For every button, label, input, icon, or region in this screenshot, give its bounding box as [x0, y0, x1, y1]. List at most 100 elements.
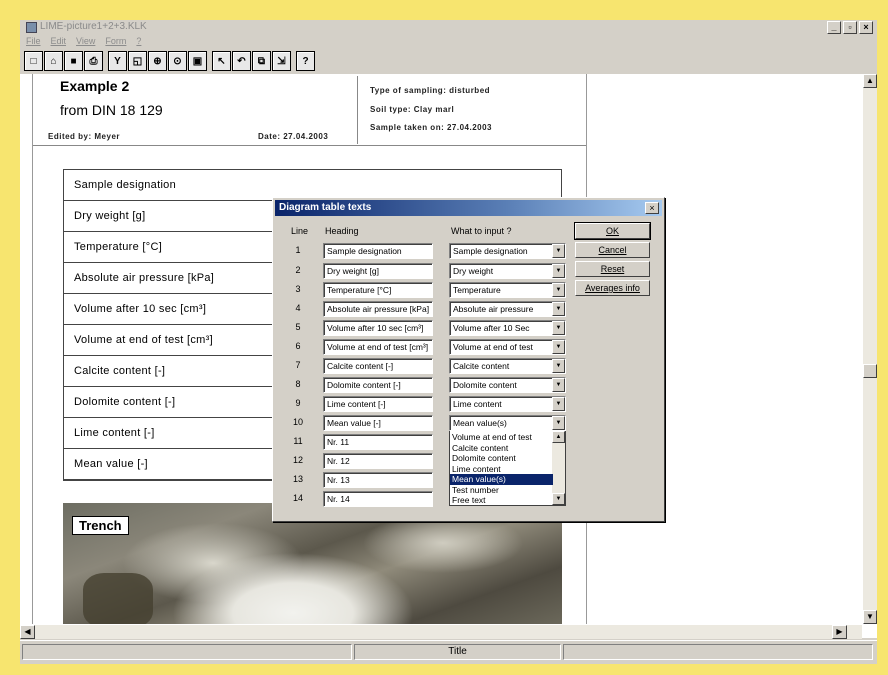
line-number: 10	[292, 417, 303, 427]
combobox-value: Lime content	[453, 399, 502, 409]
heading-field[interactable]: Dry weight [g]	[323, 263, 433, 279]
heading-field[interactable]: Dolomite content [-]	[323, 377, 433, 393]
scroll-left-icon[interactable]: ◀	[20, 625, 35, 639]
dropdown-arrow-icon[interactable]: ▼	[552, 397, 565, 411]
heading-field[interactable]: Sample designation	[323, 243, 433, 259]
row-label: Sample designation	[74, 179, 177, 191]
heading-field[interactable]: Nr. 14	[323, 491, 433, 507]
page-margin	[20, 74, 33, 638]
heading-field[interactable]: Nr. 13	[323, 472, 433, 488]
pointer-icon[interactable]: ↖	[212, 51, 231, 71]
help-icon[interactable]: ?	[296, 51, 315, 71]
row-label: Temperature [°C]	[74, 241, 163, 253]
dropdown-option[interactable]: Mean value(s)	[450, 474, 553, 485]
dropdown-option[interactable]: Lime content	[450, 464, 553, 475]
dialog-title-bar[interactable]: Diagram table texts ×	[275, 200, 662, 216]
dropdown-arrow-icon[interactable]: ▼	[552, 321, 565, 335]
heading-field[interactable]: Nr. 11	[323, 434, 433, 450]
input-combobox[interactable]: Sample designation ▼	[449, 243, 566, 259]
menu-view[interactable]: View	[76, 36, 95, 50]
heading-field[interactable]: Absolute air pressure [kPa]	[323, 301, 433, 317]
input-combobox[interactable]: Temperature ▼	[449, 282, 566, 298]
menu-edit[interactable]: Edit	[51, 36, 67, 50]
heading-field[interactable]: Nr. 12	[323, 453, 433, 469]
close-icon[interactable]: ×	[645, 202, 659, 214]
zoom-in-icon[interactable]: ⊕	[148, 51, 167, 71]
print-icon[interactable]: ⎙	[84, 51, 103, 71]
dropdown-option[interactable]: Dolomite content	[450, 453, 553, 464]
close-button[interactable]: ×	[859, 21, 873, 34]
menu-form[interactable]: Form	[105, 36, 126, 50]
heading-field[interactable]: Lime content [-]	[323, 396, 433, 412]
document-subtitle: from DIN 18 129	[60, 102, 163, 118]
vertical-scrollbar[interactable]: ▲ ▼	[862, 74, 877, 624]
page-icon[interactable]: ▣	[188, 51, 207, 71]
minimize-button[interactable]: _	[827, 21, 841, 34]
input-dropdown-list[interactable]: ▲ ▼ Volume at end of test Calcite content…	[449, 430, 566, 506]
dropdown-arrow-icon[interactable]: ▼	[552, 244, 565, 258]
list-scrollbar[interactable]: ▲ ▼	[552, 431, 565, 505]
dropdown-arrow-icon[interactable]: ▼	[552, 264, 565, 278]
header-divider	[33, 145, 586, 146]
horizontal-scrollbar[interactable]: ◀ ▶	[20, 624, 862, 639]
averages-info-button[interactable]: Averages info	[575, 280, 650, 296]
dropdown-option[interactable]: Test number	[450, 485, 553, 496]
input-combobox[interactable]: Lime content ▼	[449, 396, 566, 412]
ok-button[interactable]: OK	[574, 222, 651, 240]
heading-field[interactable]: Volume after 10 sec [cm³]	[323, 320, 433, 336]
restore-button[interactable]: ▫	[843, 21, 857, 34]
undo-icon[interactable]: ↶	[232, 51, 251, 71]
diagram-table-texts-dialog: Diagram table texts × Line Heading What …	[272, 197, 665, 522]
export-icon[interactable]: ⇲	[272, 51, 291, 71]
dropdown-arrow-icon[interactable]: ▼	[552, 283, 565, 297]
line-number: 6	[295, 341, 301, 351]
row-label: Absolute air pressure [kPa]	[74, 272, 215, 284]
heading-field[interactable]: Calcite content [-]	[323, 358, 433, 374]
list-down-icon[interactable]: ▼	[552, 493, 565, 505]
save-icon[interactable]: ■	[64, 51, 83, 71]
row-label: Mean value [-]	[74, 458, 148, 470]
scroll-up-icon[interactable]: ▲	[863, 74, 877, 88]
input-combobox[interactable]: Dry weight ▼	[449, 263, 566, 279]
open-icon[interactable]: ⌂	[44, 51, 63, 71]
input-combobox[interactable]: Calcite content ▼	[449, 358, 566, 374]
zoom-icon[interactable]: ⊙	[168, 51, 187, 71]
dropdown-option[interactable]: Calcite content	[450, 443, 553, 454]
menu-file[interactable]: File	[26, 36, 41, 50]
dropdown-option[interactable]: Free text	[450, 495, 553, 506]
heading-field[interactable]: Mean value [-]	[323, 415, 433, 431]
edited-by: Edited by: Meyer	[48, 132, 121, 141]
dropdown-arrow-icon[interactable]: ▼	[552, 302, 565, 316]
input-combobox[interactable]: Absolute air pressure ▼	[449, 301, 566, 317]
menu-help[interactable]: ?	[136, 36, 141, 50]
combobox-value: Mean value(s)	[453, 418, 507, 428]
dropdown-option[interactable]: Volume at end of test	[450, 432, 553, 443]
cancel-button[interactable]: Cancel	[575, 242, 650, 258]
heading-field[interactable]: Volume at end of test [cm³]	[323, 339, 433, 355]
dropdown-arrow-icon[interactable]: ▼	[552, 378, 565, 392]
combobox-value: Absolute air pressure	[453, 304, 534, 314]
dropdown-arrow-icon[interactable]: ▼	[552, 359, 565, 373]
scroll-right-icon[interactable]: ▶	[832, 625, 847, 639]
filter-icon[interactable]: Y	[108, 51, 127, 71]
photo-label: Trench	[72, 516, 129, 535]
row-label: Dry weight [g]	[74, 210, 146, 222]
input-combobox[interactable]: Volume after 10 Sec ▼	[449, 320, 566, 336]
line-number: 4	[295, 303, 301, 313]
preview-icon[interactable]: ◱	[128, 51, 147, 71]
input-combobox[interactable]: Dolomite content ▼	[449, 377, 566, 393]
input-combobox[interactable]: Mean value(s) ▼	[449, 415, 566, 431]
scroll-down-icon[interactable]: ▼	[863, 610, 877, 624]
line-number: 5	[295, 322, 301, 332]
copy-icon[interactable]: ⧉	[252, 51, 271, 71]
line-number: 13	[292, 474, 303, 484]
scroll-thumb[interactable]	[863, 364, 877, 378]
input-combobox[interactable]: Volume at end of test ▼	[449, 339, 566, 355]
dropdown-arrow-icon[interactable]: ▼	[552, 416, 565, 430]
dropdown-arrow-icon[interactable]: ▼	[552, 340, 565, 354]
reset-button[interactable]: Reset	[575, 261, 650, 277]
line-number: 9	[295, 398, 301, 408]
heading-field[interactable]: Temperature [°C]	[323, 282, 433, 298]
list-up-icon[interactable]: ▲	[552, 431, 565, 443]
new-icon[interactable]: □	[24, 51, 43, 71]
